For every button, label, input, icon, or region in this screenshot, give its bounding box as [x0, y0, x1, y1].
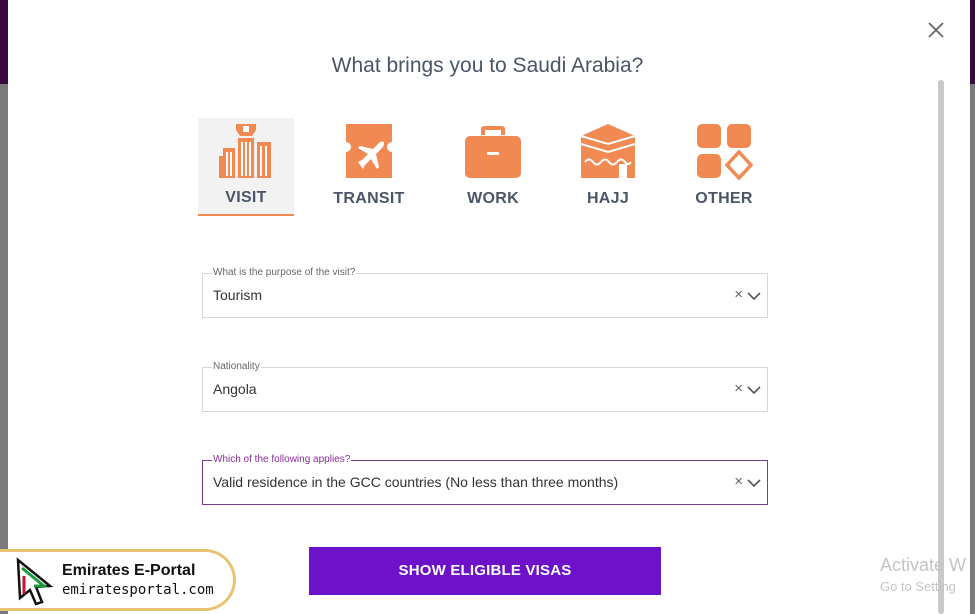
category-label: TRANSIT — [333, 190, 405, 207]
close-icon — [928, 22, 944, 38]
purpose-label: What is the purpose of the visit? — [212, 267, 357, 278]
nationality-label: Nationality — [212, 361, 261, 372]
purpose-select[interactable]: Tourism × — [202, 273, 768, 318]
applies-label: Which of the following applies? — [212, 454, 352, 465]
modal-scrollbar-thumb[interactable] — [938, 80, 944, 614]
purpose-value: Tourism — [213, 287, 263, 303]
show-eligible-visas-button[interactable]: SHOW ELIGIBLE VISAS — [309, 547, 661, 595]
category-transit[interactable]: TRANSIT — [322, 118, 416, 216]
activate-line-1: Activate W — [880, 555, 967, 575]
watermark-title: Emirates E-Portal — [62, 562, 196, 579]
category-visit[interactable]: VISIT — [198, 118, 294, 216]
category-label: OTHER — [695, 190, 753, 207]
category-hajj[interactable]: HAJJ — [562, 118, 654, 216]
applies-select[interactable]: Valid residence in the GCC countries (No… — [202, 460, 768, 505]
grid-shapes-icon — [697, 124, 753, 180]
close-button[interactable] — [924, 18, 948, 42]
cursor-logo-icon — [16, 557, 54, 606]
briefcase-icon — [465, 126, 521, 178]
chevron-down-icon[interactable] — [747, 289, 761, 303]
modal-title: What brings you to Saudi Arabia? — [331, 54, 644, 77]
applies-value: Valid residence in the GCC countries (No… — [213, 474, 619, 490]
category-label: HAJJ — [586, 190, 630, 207]
watermark-url: emiratesportal.com — [62, 582, 214, 598]
activate-line-2: Go to Setting — [880, 579, 956, 594]
nationality-clear-button[interactable]: × — [734, 380, 743, 397]
chevron-down-icon[interactable] — [747, 383, 761, 397]
category-label: WORK — [467, 190, 519, 207]
category-work[interactable]: WORK — [446, 118, 540, 216]
nationality-select[interactable]: Angola × — [202, 367, 768, 412]
purpose-clear-button[interactable]: × — [734, 286, 743, 303]
category-label: VISIT — [225, 189, 267, 206]
plane-ticket-icon — [346, 124, 392, 178]
kaaba-icon — [580, 124, 636, 178]
nationality-value: Angola — [213, 381, 257, 397]
applies-clear-button[interactable]: × — [734, 473, 743, 490]
chevron-down-icon[interactable] — [747, 476, 761, 490]
category-other[interactable]: OTHER — [678, 118, 770, 216]
watermark-badge: Emirates E-Portal emiratesportal.com — [0, 549, 236, 611]
building-icon — [219, 124, 271, 178]
activate-windows-notice: Activate W Go to Setting — [880, 555, 966, 594]
